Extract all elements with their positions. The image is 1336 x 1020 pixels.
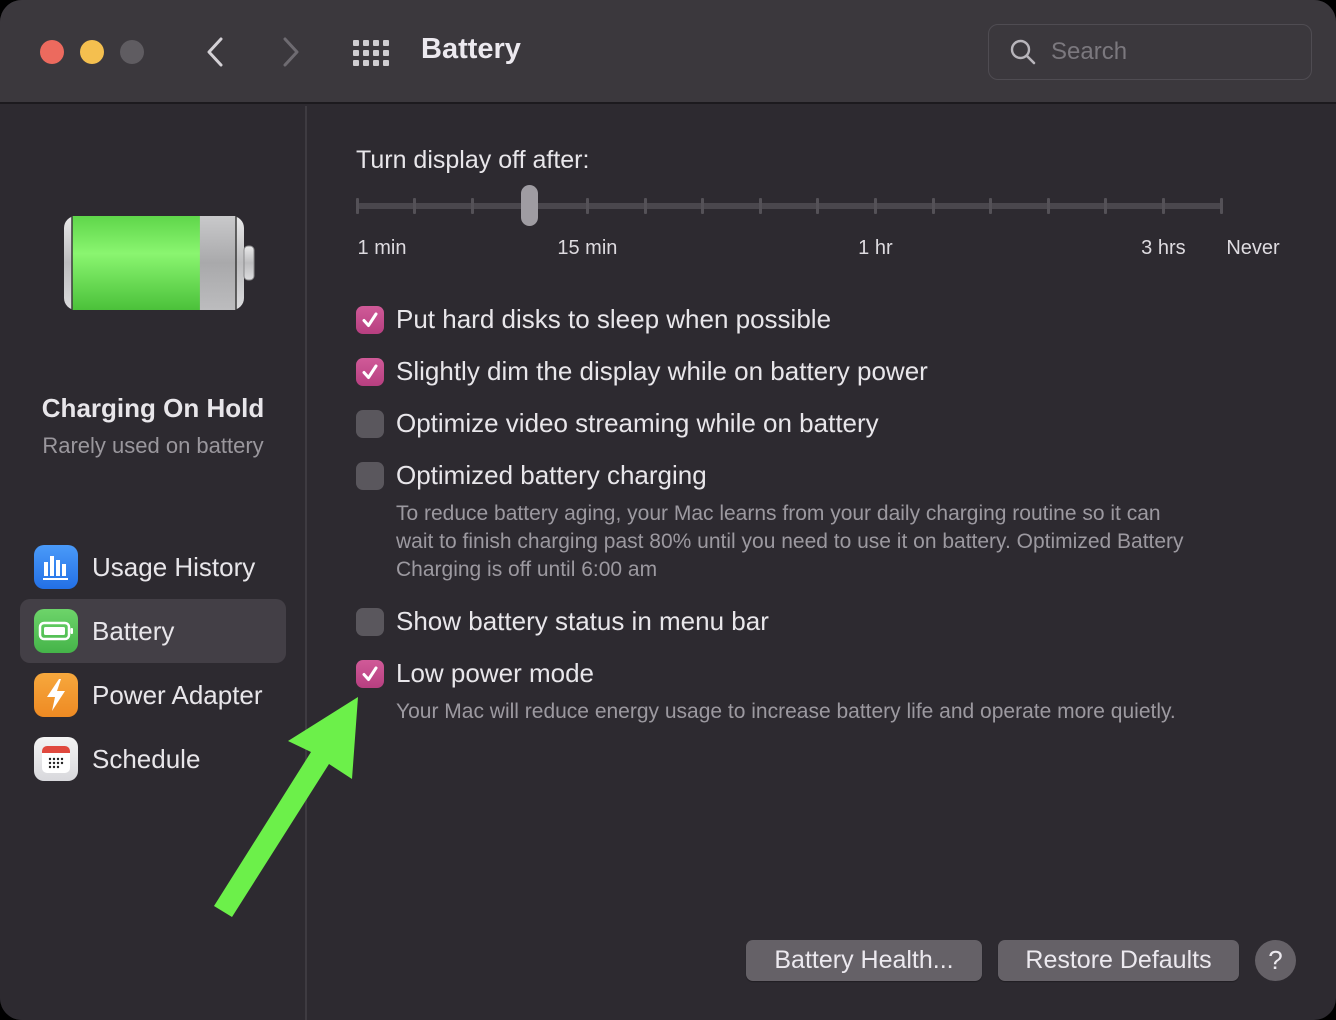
titlebar: Battery (0, 0, 1336, 104)
option-checkbox[interactable] (356, 357, 384, 386)
slider-tick-label: 1 hr (858, 237, 893, 259)
slider-tick (1161, 198, 1165, 214)
display-off-label: Turn display off after: (356, 146, 590, 174)
grid-dot (383, 40, 389, 46)
chevron-right-icon (283, 37, 299, 67)
option-label: Optimized battery charging (396, 460, 707, 490)
battery-level-icon (64, 216, 255, 310)
option-row[interactable]: Put hard disks to sleep when possible (356, 304, 831, 335)
grid-dot (353, 60, 359, 66)
slider-tick (1219, 198, 1223, 214)
slider-tick-label: 3 hrs (1141, 237, 1186, 259)
sidebar-item-battery[interactable]: Battery (20, 599, 286, 663)
sidebar-item-schedule[interactable]: Schedule (20, 727, 286, 791)
option-checkbox[interactable] (356, 305, 384, 334)
calendar-icon (34, 737, 78, 781)
option-row[interactable]: Slightly dim the display while on batter… (356, 356, 928, 387)
grid-dot (383, 60, 389, 66)
option-label: Put hard disks to sleep when possible (396, 304, 832, 334)
option-label: Low power mode (396, 658, 594, 688)
grid-dot (363, 60, 369, 66)
sidebar-item-label: Power Adapter (92, 679, 263, 710)
slider-tick (1046, 198, 1050, 214)
grid-dot (363, 50, 369, 56)
system-preferences-window: Battery Charging On Hold Rarely used on … (0, 0, 1336, 1020)
option-checkbox[interactable] (356, 607, 384, 636)
window-title: Battery (421, 33, 521, 65)
checkmark-icon (362, 666, 378, 681)
search-input[interactable] (1051, 38, 1291, 66)
display-off-slider-track[interactable] (357, 203, 1223, 209)
sidebar-item-label: Schedule (92, 743, 201, 774)
grid-dot (353, 40, 359, 46)
sidebar-item-label: Battery (92, 615, 175, 646)
lightning-bolt-icon (34, 673, 78, 717)
checkmark-icon (362, 312, 378, 327)
grid-dot (373, 40, 379, 46)
slider-tick (355, 198, 359, 214)
option-label: Slightly dim the display while on batter… (396, 356, 928, 386)
close-window-button[interactable] (40, 40, 64, 64)
help-button[interactable]: ? (1255, 940, 1296, 981)
display-off-slider-thumb[interactable] (521, 185, 539, 226)
option-row[interactable]: Optimized battery charging (356, 460, 707, 491)
grid-dot (373, 50, 379, 56)
grid-dot (383, 50, 389, 56)
slider-tick-label: 15 min (557, 237, 618, 259)
forward-button[interactable] (276, 34, 306, 70)
sidebar-item-usage-history[interactable]: Usage History (20, 535, 286, 599)
slider-tick (1104, 198, 1108, 214)
search-field[interactable] (988, 24, 1312, 80)
battery-health-button[interactable]: Battery Health... (746, 940, 982, 981)
restore-defaults-button[interactable]: Restore Defaults (998, 940, 1239, 981)
slider-tick-label: 1 min (357, 237, 407, 259)
bar-chart-icon (34, 545, 78, 589)
slider-tick (989, 198, 993, 214)
slider-tick (873, 198, 877, 214)
grid-dot (373, 60, 379, 66)
slider-tick-label: Never (1226, 237, 1280, 259)
slider-tick (701, 198, 705, 214)
slider-tick (931, 198, 935, 214)
battery-icon (34, 609, 78, 653)
checkmark-icon (362, 364, 378, 379)
option-label: Show battery status in menu bar (396, 606, 769, 636)
slider-tick (470, 198, 474, 214)
back-button[interactable] (200, 34, 230, 70)
option-row[interactable]: Low power mode (356, 658, 594, 689)
show-all-button[interactable] (353, 38, 391, 66)
option-checkbox[interactable] (356, 659, 384, 688)
slider-tick (643, 198, 647, 214)
option-checkbox[interactable] (356, 409, 384, 438)
option-checkbox[interactable] (356, 461, 384, 490)
zoom-window-button[interactable] (120, 40, 144, 64)
option-label: Optimize video streaming while on batter… (396, 408, 879, 438)
description-line: To reduce battery aging, your Mac learns… (396, 502, 1161, 525)
slider-tick (816, 198, 820, 214)
option-description: Your Mac will reduce energy usage to inc… (396, 698, 1176, 726)
description-line: Charging is off until 6:00 am (396, 558, 658, 581)
option-row[interactable]: Optimize video streaming while on batter… (356, 408, 879, 439)
description-line: Your Mac will reduce energy usage to inc… (396, 700, 1176, 723)
grid-dot (353, 50, 359, 56)
battery-status-title: Charging On Hold (41, 393, 265, 423)
sidebar-item-label: Usage History (92, 551, 256, 582)
sidebar-divider (305, 106, 307, 1020)
slider-tick (413, 198, 417, 214)
battery-status-subtitle: Rarely used on battery (42, 433, 264, 458)
option-description: To reduce battery aging, your Mac learns… (396, 500, 1184, 584)
minimize-window-button[interactable] (80, 40, 104, 64)
grid-dot (363, 40, 369, 46)
search-icon (1010, 39, 1036, 65)
description-line: wait to finish charging past 80% until y… (396, 530, 1184, 553)
sidebar-item-power-adapter[interactable]: Power Adapter (20, 663, 286, 727)
option-row[interactable]: Show battery status in menu bar (356, 606, 769, 637)
chevron-left-icon (207, 37, 223, 67)
slider-tick (758, 198, 762, 214)
slider-tick (585, 198, 589, 214)
